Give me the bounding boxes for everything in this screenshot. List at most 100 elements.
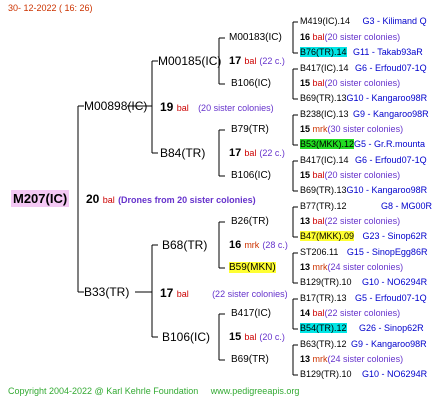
gen4-drones: 14 bal(22 sister colonies) [300, 308, 400, 319]
gen2-drones: 15 bal (20 c.) [229, 331, 285, 343]
gen2-note: (20 c.) [259, 332, 285, 342]
sire-mother-drones: 19 bal (20 sister colonies) [160, 100, 274, 114]
gen4-ext: G3 - Kilimand Q [362, 16, 427, 26]
gen4-row: B17(TR).13 G5 - Erfoud07-1Q [300, 293, 427, 304]
gen4-num: 16 [300, 32, 311, 42]
gen2-num: 17 [229, 147, 242, 159]
gen4-name[interactable]: B54(TR).12 [300, 323, 347, 333]
gen2-bal: bal [244, 148, 257, 158]
gen4-num: 15 [300, 124, 311, 134]
gen3-node[interactable]: B417(IC) [231, 308, 271, 319]
gen4-note: (20 sister colonies) [324, 78, 401, 88]
gen2-node[interactable]: M00185(IC) [158, 54, 221, 68]
gen4-num: 14 [300, 308, 311, 318]
gen4-name[interactable]: B47(MKK).09 [300, 231, 355, 241]
gen4-ext: G10 - NO6294R [362, 369, 428, 379]
root-drones: 20 bal (Drones from 20 sister colonies) [86, 192, 256, 206]
gen2-bal: bal [244, 332, 257, 342]
gen4-name[interactable]: B69(TR).13 [300, 93, 347, 103]
gen4-ext: G8 - MG00R [381, 201, 433, 211]
gen4-row: B69(TR).13G10 - Kangaroo98R [300, 93, 427, 104]
gen4-name[interactable]: B63(TR).12 [300, 339, 347, 349]
gen4-num: 13 [300, 262, 311, 272]
gen4-name[interactable]: B417(IC).14 [300, 63, 349, 73]
gen4-name[interactable]: B53(MKK).12 [300, 139, 355, 149]
gen2-num: 17 [229, 55, 242, 67]
gen2-bal: mrk [244, 240, 260, 250]
gen4-name[interactable]: ST206.11 [300, 247, 338, 257]
gen3-node[interactable]: B106(IC) [231, 78, 271, 89]
gen4-ext: G15 - SinopEgg86R [346, 247, 428, 257]
gen4-ext: G9 - Kangaroo98R [353, 109, 429, 119]
gen4-bal: bal [312, 216, 325, 226]
gen4-name[interactable]: B76(TR).14 [300, 47, 347, 57]
gen4-name[interactable]: B238(IC).13 [300, 109, 349, 119]
gen4-name[interactable]: M419(IC).14 [300, 16, 350, 26]
gen3-node[interactable]: B69(TR) [231, 354, 269, 365]
gen2-node[interactable]: B68(TR) [162, 238, 207, 252]
gen4-row: B54(TR).12 G26 - Sinop62R [300, 323, 424, 334]
sire-mother-bal: bal [176, 103, 189, 113]
gen2-node[interactable]: B84(TR) [160, 146, 205, 160]
sire-father-note: (22 sister colonies) [212, 289, 288, 299]
gen4-note: (20 sister colonies) [324, 32, 401, 42]
sire-father-num: 17 [160, 286, 174, 300]
gen4-row: B77(TR).12 G8 - MG00R [300, 201, 432, 212]
gen2-node[interactable]: B106(IC) [162, 330, 210, 344]
gen4-name[interactable]: B17(TR).13 [300, 293, 347, 303]
gen4-ext: G9 - Kangaroo98R [351, 339, 427, 349]
gen4-row: B76(TR).14 G11 - Takab93aR [300, 47, 423, 58]
gen4-row: B47(MKK).09 G23 - Sinop62R [300, 231, 427, 242]
root-note: (Drones from 20 sister colonies) [118, 195, 256, 205]
gen4-note: (22 sister colonies) [324, 216, 401, 226]
gen4-bal: bal [312, 32, 325, 42]
gen4-drones: 15 bal(20 sister colonies) [300, 170, 400, 181]
sire-father[interactable]: B33(TR) [84, 285, 129, 299]
gen4-drones: 13 bal(22 sister colonies) [300, 216, 400, 227]
gen4-note: (30 sister colonies) [327, 124, 404, 134]
gen4-bal: bal [312, 170, 325, 180]
gen4-note: (20 sister colonies) [324, 170, 401, 180]
gen3-node[interactable]: B79(TR) [231, 124, 269, 135]
gen3-node[interactable]: B26(TR) [231, 216, 269, 227]
gen3-node[interactable]: M00183(IC) [229, 32, 282, 43]
gen4-row: B129(TR).10 G10 - NO6294R [300, 277, 427, 288]
gen4-bal: mrk [312, 354, 328, 364]
gen4-bal: mrk [312, 262, 328, 272]
gen4-ext: G5 - Erfoud07-1Q [355, 293, 427, 303]
sire-father-drones: 17 bal (22 sister colonies) [160, 286, 288, 300]
gen4-num: 13 [300, 216, 311, 226]
gen4-bal: bal [312, 308, 325, 318]
sire-mother[interactable]: M00898(IC) [84, 99, 147, 113]
gen2-note: (22 c.) [259, 56, 285, 66]
gen4-ext: G5 - Gr.R.mounta [354, 139, 426, 149]
gen4-ext: G11 - Takab93aR [353, 47, 423, 57]
gen4-ext: G6 - Erfoud07-1Q [355, 63, 427, 73]
gen4-drones: 13 mrk(24 sister colonies) [300, 354, 403, 365]
gen4-drones: 15 bal(20 sister colonies) [300, 78, 400, 89]
gen3-node[interactable]: B106(IC) [231, 170, 271, 181]
gen4-row: M419(IC).14 G3 - Kilimand Q [300, 16, 427, 27]
gen4-bal: mrk [312, 124, 328, 134]
gen2-num: 15 [229, 331, 242, 343]
timestamp: 30- 12-2022 ( 16: 26) [8, 3, 93, 13]
gen4-ext: G10 - NO6294R [362, 277, 428, 287]
gen4-drones: 13 mrk(24 sister colonies) [300, 262, 403, 273]
gen4-note: (24 sister colonies) [327, 354, 404, 364]
gen4-name[interactable]: B417(IC).14 [300, 155, 349, 165]
gen4-row: B417(IC).14 G6 - Erfoud07-1Q [300, 63, 427, 74]
gen4-row: B69(TR).13G10 - Kangaroo98R [300, 185, 427, 196]
gen2-note: (22 c.) [259, 148, 285, 158]
gen4-name[interactable]: B69(TR).13 [300, 185, 347, 195]
gen3-node[interactable]: B59(MKN) [229, 262, 276, 273]
gen4-row: B129(TR).10 G10 - NO6294R [300, 369, 427, 380]
gen2-bal: bal [244, 56, 257, 66]
gen4-name[interactable]: B77(TR).12 [300, 201, 347, 211]
gen4-row: B53(MKK).12G5 - Gr.R.mounta [300, 139, 425, 150]
site-link[interactable]: www.pedigreeapis.org [211, 386, 300, 396]
gen4-num: 15 [300, 170, 311, 180]
gen4-name[interactable]: B129(TR).10 [300, 369, 352, 379]
gen4-name[interactable]: B129(TR).10 [300, 277, 352, 287]
root-num: 20 [86, 192, 100, 206]
root-queen[interactable]: M207(IC) [11, 190, 70, 207]
